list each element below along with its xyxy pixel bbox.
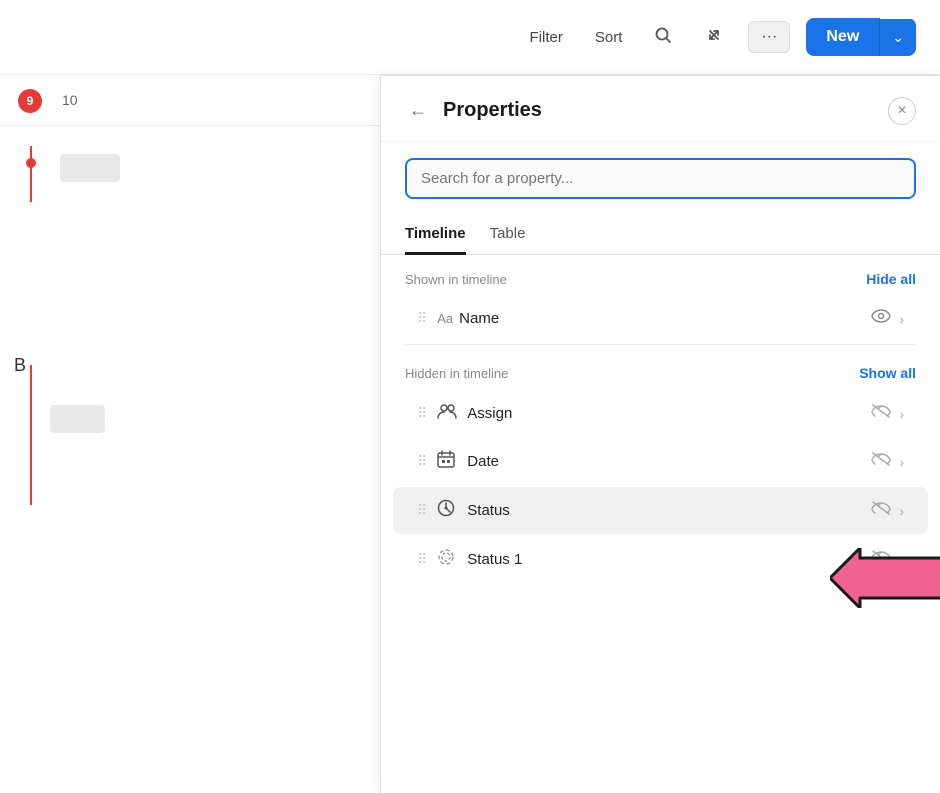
property-row-status1[interactable]: ⠿ Status 1 › bbox=[393, 536, 928, 583]
main-content: 9 10 B ← Properties × bbox=[0, 75, 940, 793]
status1-icon bbox=[437, 548, 457, 571]
hide-all-button[interactable]: Hide all bbox=[866, 271, 916, 287]
search-container bbox=[381, 142, 940, 215]
chevron-right-icon-name[interactable]: › bbox=[899, 311, 904, 327]
panel-header-left: ← Properties bbox=[405, 96, 542, 125]
timeline-bar-1 bbox=[60, 154, 120, 182]
tabs-row: Timeline Table bbox=[381, 215, 940, 255]
status-actions: › bbox=[871, 500, 904, 521]
status-label: Status bbox=[467, 502, 871, 519]
timeline-line-2 bbox=[30, 365, 32, 505]
status-icon bbox=[437, 499, 457, 522]
new-chevron-button[interactable]: ⌄ bbox=[880, 19, 916, 56]
shown-section-header: Shown in timeline Hide all bbox=[381, 255, 940, 295]
drag-handle-status1-icon: ⠿ bbox=[417, 551, 427, 568]
date-actions: › bbox=[871, 451, 904, 472]
visibility-icon-status[interactable] bbox=[871, 500, 891, 521]
text-type-icon: Aa bbox=[437, 311, 453, 326]
property-row-date[interactable]: ⠿ Date bbox=[393, 438, 928, 485]
resize-icon bbox=[704, 25, 724, 45]
assign-icon bbox=[437, 403, 457, 424]
tab-table[interactable]: Table bbox=[490, 215, 526, 255]
back-button[interactable]: ← bbox=[405, 96, 431, 125]
chevron-right-icon-date[interactable]: › bbox=[899, 454, 904, 470]
more-options-button[interactable]: ··· bbox=[748, 21, 790, 53]
assign-label: Assign bbox=[467, 405, 871, 422]
chevron-right-icon-status[interactable]: › bbox=[899, 503, 904, 519]
timeline-col-10: 10 bbox=[42, 88, 98, 112]
chevron-right-icon-assign[interactable]: › bbox=[899, 406, 904, 422]
timeline-bar-2 bbox=[50, 405, 105, 433]
date-label: Date bbox=[467, 453, 871, 470]
visibility-icon-status1[interactable] bbox=[871, 549, 891, 570]
drag-handle-date-icon: ⠿ bbox=[417, 453, 427, 470]
status1-label: Status 1 bbox=[467, 551, 871, 568]
drag-handle-status-icon: ⠿ bbox=[417, 502, 427, 519]
date-icon bbox=[437, 450, 457, 473]
chevron-down-icon: ⌄ bbox=[892, 29, 904, 45]
diagonal-arrows-button[interactable] bbox=[696, 19, 732, 56]
hidden-section-header: Hidden in timeline Show all bbox=[381, 349, 940, 389]
show-all-button[interactable]: Show all bbox=[859, 365, 916, 381]
visibility-icon-assign[interactable] bbox=[871, 403, 891, 424]
close-button[interactable]: × bbox=[888, 97, 916, 125]
properties-panel: ← Properties × Timeline Table Shown in t… bbox=[380, 75, 940, 793]
close-icon: × bbox=[897, 102, 906, 120]
visibility-icon-name[interactable] bbox=[871, 309, 891, 328]
hidden-section-label: Hidden in timeline bbox=[405, 366, 508, 381]
property-search-input[interactable] bbox=[405, 158, 916, 199]
property-name-label: Name bbox=[459, 310, 871, 327]
timeline-line-1 bbox=[30, 146, 32, 202]
drag-handle-icon: ⠿ bbox=[417, 310, 427, 327]
search-button[interactable] bbox=[646, 20, 680, 55]
timeline-dot-1 bbox=[26, 158, 36, 168]
sort-button[interactable]: Sort bbox=[587, 23, 631, 52]
new-main-button[interactable]: New bbox=[806, 18, 880, 56]
assign-actions: › bbox=[871, 403, 904, 424]
chevron-right-icon-status1[interactable]: › bbox=[899, 552, 904, 568]
property-row-assign[interactable]: ⠿ Assign › bbox=[393, 391, 928, 436]
visibility-icon-date[interactable] bbox=[871, 451, 891, 472]
timeline-label-b: B bbox=[14, 355, 26, 376]
shown-section-label: Shown in timeline bbox=[405, 272, 507, 287]
filter-label: Filter bbox=[530, 29, 563, 46]
drag-handle-assign-icon: ⠿ bbox=[417, 405, 427, 422]
property-row-status[interactable]: ⠿ Status › bbox=[393, 487, 928, 534]
timeline-badge: 9 bbox=[18, 89, 42, 113]
property-row-name[interactable]: ⠿ Aa Name › bbox=[393, 297, 928, 340]
toolbar: Filter Sort ··· New ⌄ bbox=[0, 0, 940, 75]
panel-header: ← Properties × bbox=[381, 76, 940, 142]
divider bbox=[405, 344, 916, 345]
filter-button[interactable]: Filter bbox=[522, 23, 571, 52]
status1-actions: › bbox=[871, 549, 904, 570]
panel-title: Properties bbox=[443, 99, 542, 122]
property-actions: › bbox=[871, 309, 904, 328]
tab-timeline[interactable]: Timeline bbox=[405, 215, 466, 255]
back-arrow-icon: ← bbox=[409, 100, 427, 120]
new-button-group: New ⌄ bbox=[806, 18, 916, 56]
sort-label: Sort bbox=[595, 29, 623, 46]
search-icon bbox=[654, 26, 672, 44]
